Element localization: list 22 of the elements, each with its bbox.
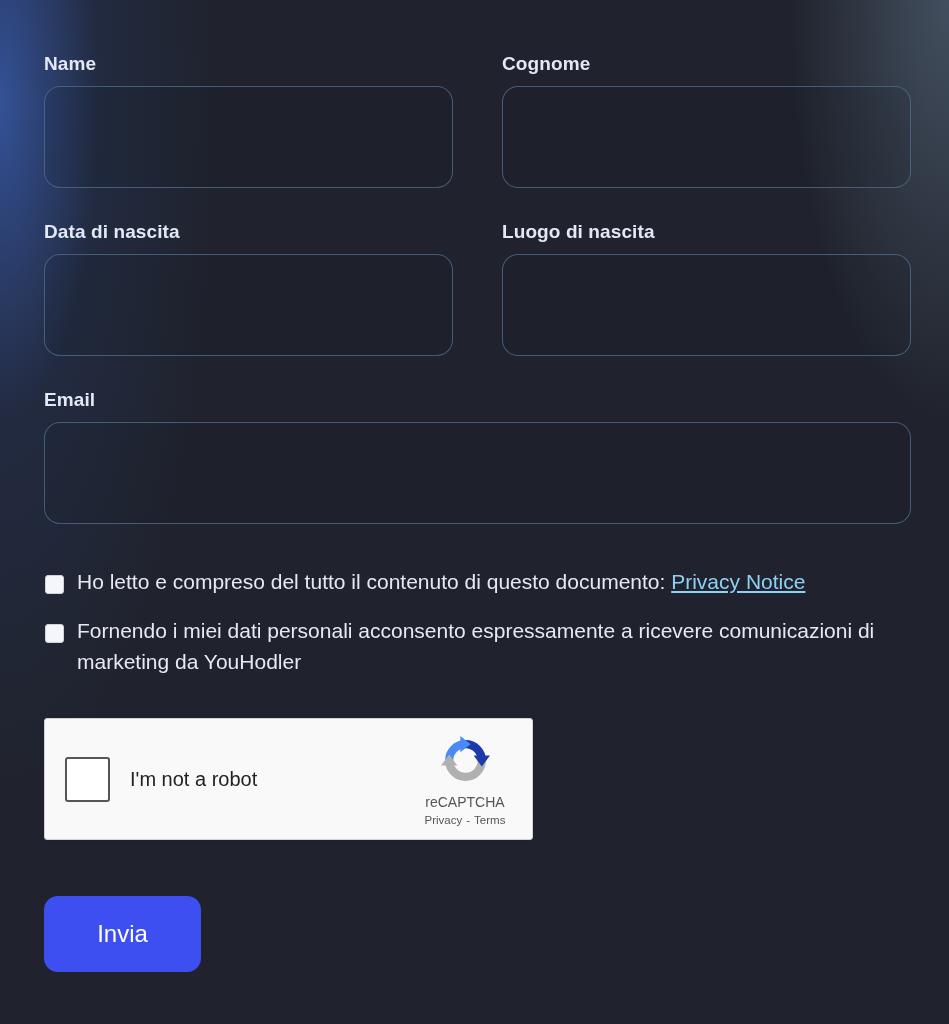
submit-button[interactable]: Invia [44, 896, 201, 972]
field-label: Cognome [502, 52, 591, 76]
input-field[interactable] [44, 86, 453, 188]
recaptcha-checkbox[interactable] [65, 756, 110, 802]
field-label: Luogo di nascita [502, 220, 655, 244]
recaptcha-link[interactable]: Terms [474, 813, 506, 827]
field-label: Data di nascita [44, 220, 180, 244]
recaptcha-link[interactable]: Privacy [424, 813, 463, 827]
field-label: Name [44, 52, 97, 76]
privacy-link[interactable]: Privacy Notice [671, 570, 806, 593]
field-label: Email [44, 388, 96, 412]
consent-text: Fornendo i miei dati personali acconsento espressamente a ricevere comunicazioni di marketing da YouHodler [77, 618, 876, 675]
link-separator: - [466, 813, 471, 827]
recaptcha-brand: reCAPTCHA [425, 794, 505, 810]
input-field[interactable] [502, 86, 911, 188]
checkbox[interactable] [45, 575, 64, 594]
input-field[interactable] [44, 422, 911, 524]
recaptcha-label: I'm not a robot [130, 767, 259, 792]
input-field[interactable] [502, 254, 911, 356]
consent-text: Ho letto e compreso del tutto il contenuto di questo documento: Privacy Notice [77, 569, 806, 595]
checkbox[interactable] [45, 624, 64, 643]
input-field[interactable] [44, 254, 453, 356]
